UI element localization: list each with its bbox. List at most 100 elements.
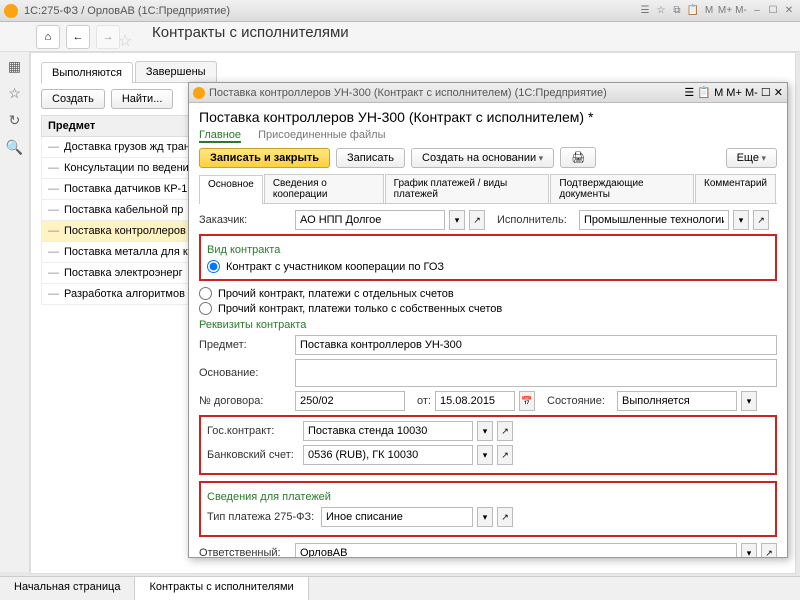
radio-other1[interactable]: Прочий контракт, платежи с отдельных сче… bbox=[199, 287, 777, 300]
menu-icon[interactable]: ▦ bbox=[8, 58, 21, 75]
tab-completed[interactable]: Завершены bbox=[135, 61, 217, 82]
dialog-window-title: Поставка контроллеров УН-300 (Контракт с… bbox=[209, 87, 684, 99]
tab-running[interactable]: Выполняются bbox=[41, 62, 133, 83]
subject-label: Предмет: bbox=[199, 339, 291, 351]
bottom-tabs: Начальная страница Контракты с исполните… bbox=[0, 576, 800, 600]
open-icon[interactable]: ↗ bbox=[497, 445, 513, 465]
close-icon[interactable]: ✕ bbox=[782, 4, 796, 18]
forward-button[interactable]: → bbox=[96, 25, 120, 49]
search-icon[interactable]: 🔍 bbox=[6, 139, 23, 156]
dropdown-icon[interactable]: ▾ bbox=[741, 543, 757, 557]
gos-input[interactable] bbox=[303, 421, 473, 441]
date-input[interactable] bbox=[435, 391, 515, 411]
open-icon[interactable]: ↗ bbox=[469, 210, 485, 230]
tray-icon[interactable]: M- bbox=[734, 4, 748, 18]
tray-icon[interactable]: 📋 bbox=[686, 4, 700, 18]
gos-bank-box: Гос.контракт:▾↗ Банковский счет:▾↗ bbox=[199, 415, 777, 475]
dropdown-icon[interactable]: ▾ bbox=[733, 210, 749, 230]
resp-input[interactable] bbox=[295, 543, 737, 557]
find-button[interactable]: Найти... bbox=[111, 89, 174, 109]
docnum-input[interactable] bbox=[295, 391, 405, 411]
dialog-tray: ☰ 📋 M M+ M- ☐ ✕ bbox=[684, 86, 783, 99]
link-main[interactable]: Главное bbox=[199, 129, 241, 143]
basis-label: Основание: bbox=[199, 367, 291, 379]
inner-tab-comment[interactable]: Комментарий bbox=[695, 174, 776, 203]
tray-icon[interactable]: M- bbox=[745, 87, 758, 99]
tray-icon[interactable]: ☰ bbox=[684, 87, 694, 99]
print-button[interactable]: 🖨 bbox=[560, 147, 596, 168]
dropdown-icon[interactable]: ▾ bbox=[477, 421, 493, 441]
system-tray: ☰ ☆ ⧉ 📋 M M+ M- – ☐ ✕ bbox=[638, 4, 796, 18]
more-button[interactable]: Еще bbox=[726, 148, 777, 168]
calendar-icon[interactable]: 📅 bbox=[519, 391, 535, 411]
tray-icon[interactable]: 📋 bbox=[697, 87, 711, 99]
paytype-label: Тип платежа 275-ФЗ: bbox=[207, 511, 317, 523]
inner-tab-coop[interactable]: Сведения о кооперации bbox=[264, 174, 384, 203]
history-icon[interactable]: ↻ bbox=[9, 112, 21, 129]
radio-input[interactable] bbox=[199, 287, 212, 300]
tray-icon[interactable]: M+ bbox=[718, 4, 732, 18]
minimize-icon[interactable]: – bbox=[750, 4, 764, 18]
subject-input[interactable] bbox=[295, 335, 777, 355]
dropdown-icon[interactable]: ▾ bbox=[477, 507, 493, 527]
open-icon[interactable]: ↗ bbox=[497, 421, 513, 441]
customer-row: Заказчик: ▾ ↗ Исполнитель: ▾ ↗ bbox=[199, 210, 777, 230]
contract-type-box: Вид контракта Контракт с участником кооп… bbox=[199, 234, 777, 281]
bottom-tab-current[interactable]: Контракты с исполнителями bbox=[135, 577, 308, 600]
tray-icon[interactable]: M+ bbox=[726, 87, 742, 99]
tray-icon[interactable]: ☰ bbox=[638, 4, 652, 18]
inner-tab-payments[interactable]: График платежей / виды платежей bbox=[385, 174, 550, 203]
gos-label: Гос.контракт: bbox=[207, 425, 299, 437]
docnum-label: № договора: bbox=[199, 395, 291, 407]
radio-input[interactable] bbox=[207, 260, 220, 273]
home-button[interactable]: ⌂ bbox=[36, 25, 60, 49]
bank-input[interactable] bbox=[303, 445, 473, 465]
inner-tab-main[interactable]: Основное bbox=[199, 175, 263, 204]
basis-input[interactable] bbox=[295, 359, 777, 387]
tray-icon[interactable]: ⧉ bbox=[670, 4, 684, 18]
open-icon[interactable]: ↗ bbox=[753, 210, 769, 230]
link-files[interactable]: Присоединенные файлы bbox=[258, 129, 385, 141]
save-button[interactable]: Записать bbox=[336, 148, 405, 168]
main-tabs: Выполняются Завершены bbox=[41, 61, 785, 83]
date-label: от: bbox=[409, 395, 431, 407]
dialog-body: Поставка контроллеров УН-300 (Контракт с… bbox=[189, 103, 787, 557]
radio-goz[interactable]: Контракт с участником кооперации по ГОЗ bbox=[207, 260, 769, 273]
maximize-icon[interactable]: ☐ bbox=[766, 4, 780, 18]
create-based-button[interactable]: Создать на основании bbox=[411, 148, 554, 168]
section-payment-info: Сведения для платежей bbox=[207, 491, 769, 503]
tray-icon[interactable]: M bbox=[714, 87, 723, 99]
radio-other2[interactable]: Прочий контракт, платежи только с собств… bbox=[199, 302, 777, 315]
customer-label: Заказчик: bbox=[199, 214, 291, 226]
nav-toolbar: ⌂ ← → ☆ Контракты с исполнителями bbox=[0, 22, 800, 52]
bottom-tab-start[interactable]: Начальная страница bbox=[0, 577, 135, 600]
back-button[interactable]: ← bbox=[66, 25, 90, 49]
star-icon[interactable]: ☆ bbox=[8, 85, 21, 102]
state-input[interactable] bbox=[617, 391, 737, 411]
dropdown-icon[interactable]: ▾ bbox=[449, 210, 465, 230]
favorite-icon[interactable]: ☆ bbox=[118, 31, 132, 51]
radio-input[interactable] bbox=[199, 302, 212, 315]
dialog-nav-links: Главное Присоединенные файлы bbox=[199, 129, 777, 141]
dropdown-icon[interactable]: ▾ bbox=[741, 391, 757, 411]
inner-tab-docs[interactable]: Подтверждающие документы bbox=[550, 174, 694, 203]
section-requisites: Реквизиты контракта bbox=[199, 319, 777, 331]
app-logo-icon bbox=[4, 4, 18, 18]
payment-info-box: Сведения для платежей Тип платежа 275-ФЗ… bbox=[199, 481, 777, 537]
inner-tabs: Основное Сведения о кооперации График пл… bbox=[199, 174, 777, 204]
open-icon[interactable]: ↗ bbox=[497, 507, 513, 527]
dialog-close-icon[interactable]: ✕ bbox=[774, 87, 783, 99]
app-title: 1С:275-ФЗ / ОрловАВ (1С:Предприятие) bbox=[24, 5, 638, 17]
tray-icon[interactable]: ☆ bbox=[654, 4, 668, 18]
paytype-input[interactable] bbox=[321, 507, 473, 527]
dialog-maximize-icon[interactable]: ☐ bbox=[761, 87, 771, 99]
save-close-button[interactable]: Записать и закрыть bbox=[199, 148, 330, 168]
customer-input[interactable] bbox=[295, 210, 445, 230]
tray-icon[interactable]: M bbox=[702, 4, 716, 18]
open-icon[interactable]: ↗ bbox=[761, 543, 777, 557]
dialog-titlebar: Поставка контроллеров УН-300 (Контракт с… bbox=[189, 83, 787, 103]
create-button[interactable]: Создать bbox=[41, 89, 105, 109]
executor-input[interactable] bbox=[579, 210, 729, 230]
dropdown-icon[interactable]: ▾ bbox=[477, 445, 493, 465]
executor-label: Исполнитель: bbox=[497, 214, 575, 226]
